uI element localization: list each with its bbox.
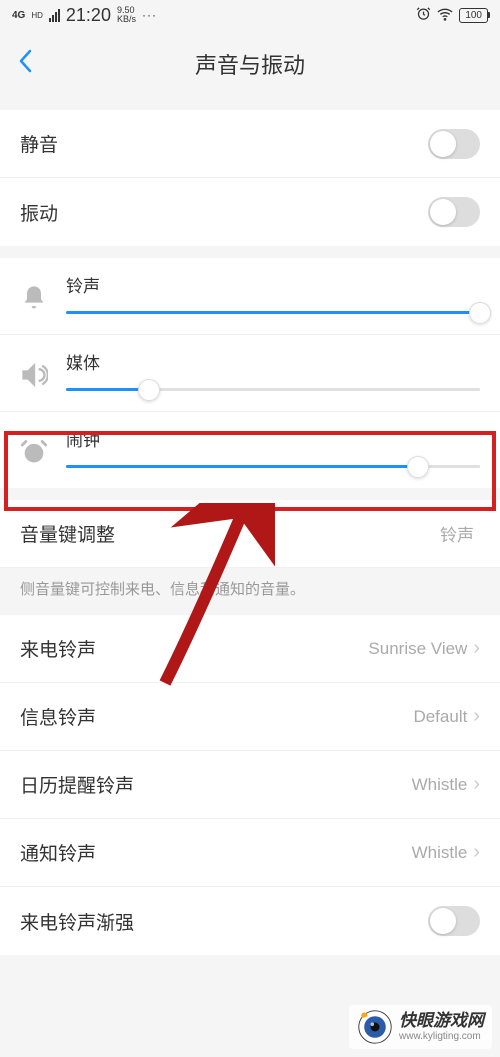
volume-key-value: 铃声 bbox=[440, 521, 474, 546]
incoming-ringtone-row[interactable]: 来电铃声 Sunrise View › bbox=[0, 615, 500, 683]
incoming-ringtone-label: 来电铃声 bbox=[20, 635, 368, 662]
notification-ringtone-row[interactable]: 通知铃声 Whistle › bbox=[0, 819, 500, 887]
signal-icon bbox=[49, 9, 60, 22]
watermark-logo-icon bbox=[357, 1009, 393, 1045]
vibrate-toggle[interactable] bbox=[428, 197, 480, 227]
ringtone-slider-row: 铃声 bbox=[0, 258, 500, 335]
bell-icon bbox=[20, 284, 48, 312]
volume-sliders-section: 铃声 媒体 闹钟 bbox=[0, 258, 500, 488]
alarm-status-icon bbox=[416, 6, 431, 24]
ringtone-slider[interactable] bbox=[66, 311, 480, 314]
page-header: 声音与振动 bbox=[0, 30, 500, 98]
ascending-ringtone-row[interactable]: 来电铃声渐强 bbox=[0, 887, 500, 955]
toggles-section: 静音 振动 bbox=[0, 110, 500, 246]
notification-ringtone-label: 通知铃声 bbox=[20, 839, 412, 866]
volume-key-row[interactable]: 音量键调整 铃声 bbox=[0, 500, 500, 568]
back-button[interactable] bbox=[18, 48, 48, 80]
page-title: 声音与振动 bbox=[48, 48, 452, 80]
watermark-url: www.kyligting.com bbox=[399, 1031, 484, 1043]
chevron-right-icon: › bbox=[473, 637, 480, 660]
incoming-ringtone-value: Sunrise View bbox=[368, 639, 467, 659]
watermark: 快眼游戏网 www.kyligting.com bbox=[349, 1005, 492, 1049]
media-slider-row: 媒体 bbox=[0, 335, 500, 412]
media-slider[interactable] bbox=[66, 388, 480, 391]
silent-toggle[interactable] bbox=[428, 129, 480, 159]
speaker-icon bbox=[20, 361, 48, 389]
calendar-ringtone-value: Whistle bbox=[412, 775, 468, 795]
message-ringtone-value: Default bbox=[413, 707, 467, 727]
ascending-ringtone-toggle[interactable] bbox=[428, 906, 480, 936]
vibrate-label: 振动 bbox=[20, 199, 428, 226]
hd-indicator: HD bbox=[31, 11, 43, 20]
message-ringtone-row[interactable]: 信息铃声 Default › bbox=[0, 683, 500, 751]
ascending-ringtone-label: 来电铃声渐强 bbox=[20, 908, 428, 935]
volume-key-label: 音量键调整 bbox=[20, 520, 440, 547]
alarm-slider-label: 闹钟 bbox=[66, 426, 480, 451]
calendar-ringtone-label: 日历提醒铃声 bbox=[20, 771, 412, 798]
network-type: 4G bbox=[12, 10, 25, 21]
battery-indicator: 100 bbox=[459, 8, 488, 23]
status-bar: 4G HD 21:20 9.50 KB/s ··· 100 bbox=[0, 0, 500, 30]
ringtone-slider-label: 铃声 bbox=[66, 272, 480, 297]
media-slider-label: 媒体 bbox=[66, 349, 480, 374]
ringtone-settings-section: 来电铃声 Sunrise View › 信息铃声 Default › 日历提醒铃… bbox=[0, 615, 500, 955]
network-speed: 9.50 KB/s bbox=[117, 6, 136, 24]
alarm-slider[interactable] bbox=[66, 465, 480, 468]
notification-ringtone-value: Whistle bbox=[412, 843, 468, 863]
alarm-slider-row: 闹钟 bbox=[0, 412, 500, 488]
volume-key-description: 侧音量键可控制来电、信息和通知的音量。 bbox=[0, 568, 500, 615]
clock-time: 21:20 bbox=[66, 5, 111, 26]
alarm-clock-icon bbox=[20, 438, 48, 466]
vibrate-row[interactable]: 振动 bbox=[0, 178, 500, 246]
silent-row[interactable]: 静音 bbox=[0, 110, 500, 178]
wifi-icon bbox=[437, 6, 453, 25]
chevron-right-icon: › bbox=[473, 773, 480, 796]
calendar-ringtone-row[interactable]: 日历提醒铃声 Whistle › bbox=[0, 751, 500, 819]
watermark-title: 快眼游戏网 bbox=[399, 1011, 484, 1031]
message-ringtone-label: 信息铃声 bbox=[20, 703, 413, 730]
more-icon: ··· bbox=[142, 8, 157, 22]
chevron-right-icon: › bbox=[473, 841, 480, 864]
chevron-right-icon: › bbox=[473, 705, 480, 728]
silent-label: 静音 bbox=[20, 130, 428, 157]
